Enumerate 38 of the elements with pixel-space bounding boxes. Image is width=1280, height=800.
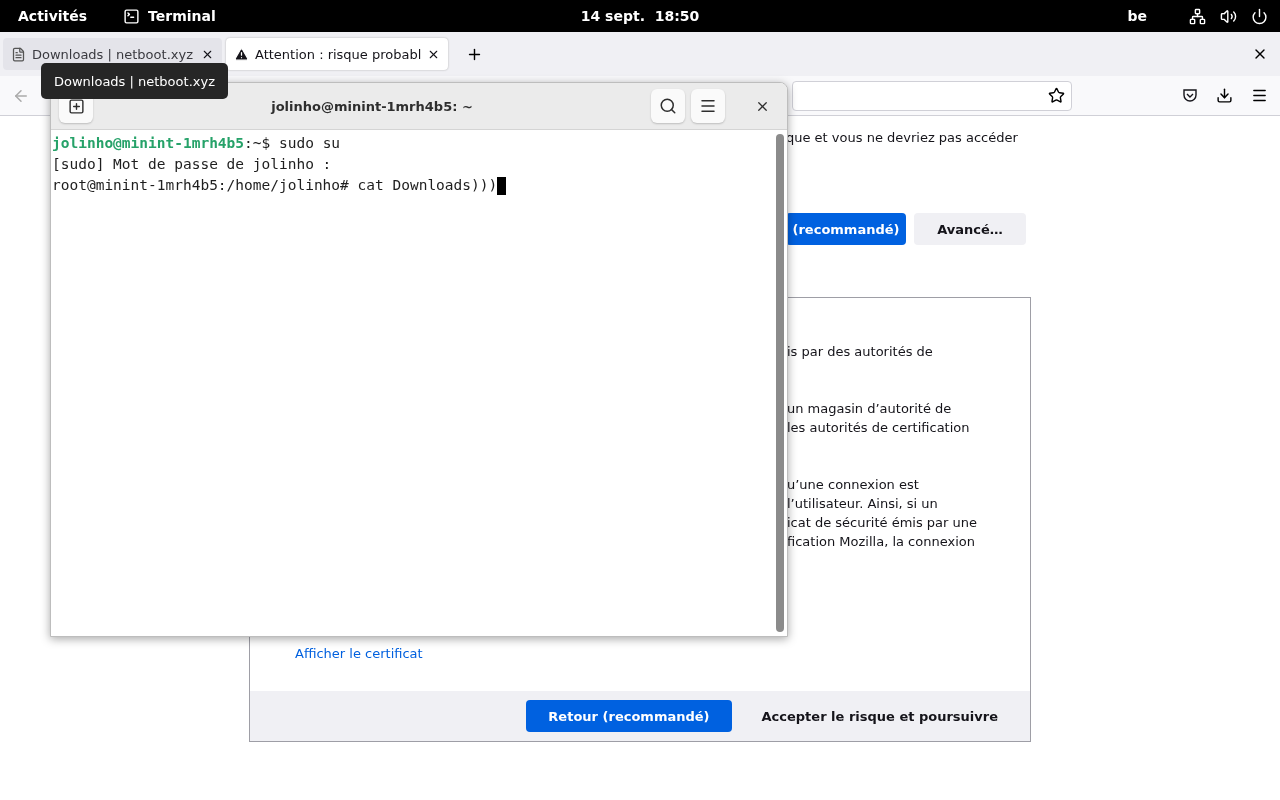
tab-tooltip: Downloads | netboot.xyz	[41, 63, 228, 99]
plus-icon	[67, 97, 85, 115]
details-text: les autorités de certification	[787, 419, 970, 437]
warning-icon	[234, 46, 249, 62]
power-icon[interactable]	[1251, 7, 1268, 25]
details-text: un magasin d’autorité de	[787, 400, 952, 418]
window-title: jolinho@minint-1mrh4b5: ~	[269, 98, 474, 114]
page-icon	[11, 46, 26, 62]
star-icon[interactable]	[1048, 87, 1065, 104]
terminal-line: [sudo] Mot de passe de jolinho :	[52, 155, 332, 174]
scrollbar[interactable]	[776, 134, 784, 632]
back-button[interactable]: (recommandé)	[786, 213, 906, 245]
terminal-line: jolinho@minint-1mrh4b5:~$ sudo su	[52, 134, 341, 153]
activities-button[interactable]: Activités	[18, 8, 88, 24]
search-icon	[659, 97, 677, 115]
advanced-button[interactable]: Avancé…	[914, 213, 1026, 245]
volume-icon[interactable]	[1220, 7, 1237, 25]
pocket-icon[interactable]	[1182, 87, 1198, 103]
download-icon[interactable]	[1216, 87, 1233, 104]
terminal-icon	[123, 7, 141, 25]
menu-icon	[699, 97, 717, 115]
details-text: u’une connexion est	[787, 476, 919, 494]
details-text: l’utilisateur. Ainsi, si un	[787, 495, 938, 513]
browser-tab[interactable]: Attention : risque probabl	[226, 38, 449, 70]
details-text: is par des autorités de	[787, 343, 933, 361]
keyboard-layout[interactable]: be	[1127, 8, 1147, 24]
back-button[interactable]: Retour (recommandé)	[526, 700, 732, 732]
clock[interactable]: 14 sept. 18:50	[580, 8, 700, 24]
terminal-line: root@minint-1mrh4b5:/home/jolinho# cat Downloads)))	[52, 176, 498, 195]
search-button[interactable]	[651, 89, 685, 123]
certificate-link[interactable]: Afficher le certificat	[295, 646, 423, 661]
network-icon[interactable]	[1189, 7, 1206, 25]
details-text: icat de sécurité émis par une	[787, 514, 978, 532]
menu-icon[interactable]	[1251, 87, 1268, 104]
details-text: fication Mozilla, la connexion	[787, 533, 975, 551]
address-field[interactable]	[792, 80, 1072, 111]
app-menu[interactable]: Terminal	[123, 7, 216, 25]
menu-button[interactable]	[691, 89, 725, 123]
